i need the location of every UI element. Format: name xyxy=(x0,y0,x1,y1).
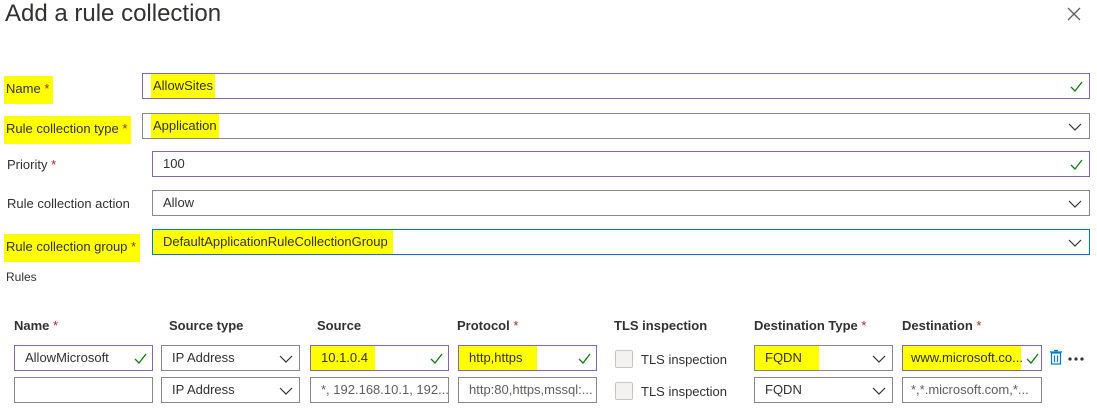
check-icon xyxy=(1026,353,1039,364)
priority-field[interactable]: 100 xyxy=(152,151,1090,177)
priority-label: Priority * xyxy=(7,157,57,172)
source-input[interactable]: 10.1.0.4 xyxy=(310,345,449,371)
rule-name-input[interactable] xyxy=(14,377,153,403)
more-options-icon[interactable] xyxy=(1067,356,1085,362)
chevron-down-icon xyxy=(279,355,293,363)
check-icon xyxy=(134,353,147,364)
source-type-select[interactable]: IP Address xyxy=(161,377,300,403)
group-value: DefaultApplicationRuleCollectionGroup xyxy=(163,234,388,249)
destination-type-select[interactable]: FQDN xyxy=(754,377,893,403)
rules-label: Rules xyxy=(6,270,37,284)
type-label: Rule collection type * xyxy=(4,116,133,144)
priority-value: 100 xyxy=(163,156,185,171)
destination-input[interactable]: www.microsoft.co... xyxy=(902,345,1042,371)
chevron-down-icon xyxy=(1068,239,1082,247)
type-value: Application xyxy=(151,114,219,138)
dialog-title: Add a rule collection xyxy=(5,0,222,27)
rule-name-input[interactable]: AllowMicrosoft xyxy=(14,345,153,371)
rule-collection-type-select[interactable]: Application xyxy=(142,113,1090,139)
name-label: Name * xyxy=(4,76,55,104)
check-icon xyxy=(1070,159,1083,170)
header-name: Name * xyxy=(14,318,59,333)
header-tls-inspection: TLS inspection xyxy=(614,318,708,333)
header-protocol: Protocol * xyxy=(457,318,519,333)
checkbox-box[interactable] xyxy=(615,350,633,368)
protocol-input[interactable]: http,https xyxy=(458,345,597,371)
source-input[interactable]: *, 192.168.10.1, 192... xyxy=(310,377,449,403)
name-field[interactable]: AllowSites xyxy=(142,73,1090,99)
tls-inspection-checkbox[interactable]: TLS inspection xyxy=(615,350,727,368)
checkbox-box[interactable] xyxy=(615,382,633,400)
chevron-down-icon xyxy=(872,387,886,395)
tls-inspection-checkbox[interactable]: TLS inspection xyxy=(615,382,727,400)
protocol-input[interactable]: http:80,https,mssql:... xyxy=(458,377,597,403)
rule-collection-action-select[interactable]: Allow xyxy=(152,190,1090,216)
header-source: Source xyxy=(317,318,362,333)
source-type-select[interactable]: IP Address xyxy=(161,345,300,371)
chevron-down-icon xyxy=(1068,200,1082,208)
destination-type-select[interactable]: FQDN xyxy=(754,345,893,371)
rule-collection-group-select[interactable]: DefaultApplicationRuleCollectionGroup xyxy=(152,229,1090,255)
name-value: AllowSites xyxy=(151,74,215,98)
action-value: Allow xyxy=(163,195,195,210)
chevron-down-icon xyxy=(872,355,886,363)
check-icon xyxy=(430,353,443,364)
group-label: Rule collection group * xyxy=(4,234,142,262)
check-icon xyxy=(578,353,591,364)
chevron-down-icon xyxy=(1068,123,1082,131)
chevron-down-icon xyxy=(279,387,293,395)
action-label: Rule collection action xyxy=(7,196,130,211)
header-destination: Destination * xyxy=(902,318,982,333)
destination-input[interactable]: *,*.microsoft.com,*... xyxy=(902,377,1042,403)
delete-icon[interactable] xyxy=(1049,349,1063,365)
header-destination-type: Destination Type * xyxy=(754,318,867,333)
check-icon xyxy=(1070,81,1083,92)
close-icon[interactable] xyxy=(1064,4,1084,24)
header-source-type: Source type xyxy=(169,318,244,333)
